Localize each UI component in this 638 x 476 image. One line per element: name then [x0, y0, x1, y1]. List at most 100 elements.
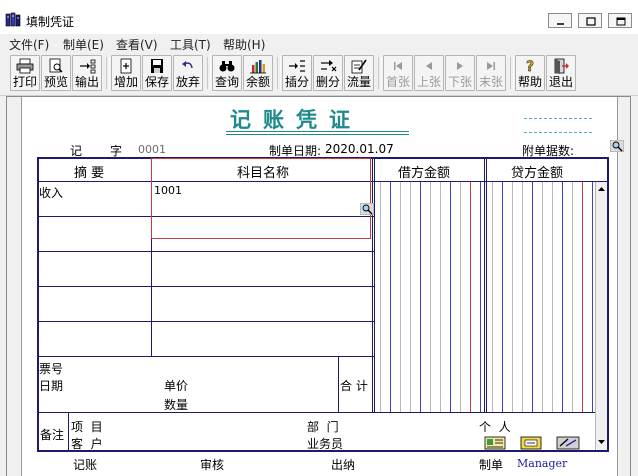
last-page-button[interactable]: 末张	[476, 55, 506, 91]
ticket-no-label: 票号	[39, 362, 64, 376]
ticket-date-label: 日期	[39, 379, 64, 393]
add-label: 增加	[113, 75, 138, 89]
maker-name: Manager	[517, 457, 568, 470]
scroll-down-icon[interactable]	[596, 437, 607, 447]
digit-column-line	[522, 182, 523, 412]
export-label: 输出	[74, 75, 99, 89]
menu-voucher[interactable]: 制单(E)	[63, 36, 104, 53]
department-label: 部 门	[307, 420, 339, 434]
toolbar-separator	[378, 57, 382, 89]
first-page-button[interactable]: 首张	[383, 55, 413, 91]
insert-row-label: 插分	[284, 75, 309, 89]
card-reader-icon[interactable]	[520, 436, 542, 450]
export-icon	[80, 59, 96, 74]
delete-row-icon	[321, 60, 337, 72]
preview-button[interactable]: 预览	[41, 55, 71, 91]
title-underline	[226, 134, 409, 135]
first-page-icon	[394, 62, 402, 70]
menu-help[interactable]: 帮助(H)	[223, 36, 265, 53]
voucher-number[interactable]: 0001	[138, 143, 166, 156]
total-label: 合 计	[340, 379, 368, 393]
last-page-icon	[487, 62, 495, 70]
query-button[interactable]: 查询	[212, 55, 242, 91]
toolbar-separator	[207, 57, 211, 89]
digit-column-line	[552, 182, 553, 412]
magnifier-icon[interactable]	[610, 140, 624, 152]
account-lookup-magnifier-icon[interactable]	[360, 203, 374, 215]
close-button[interactable]	[608, 13, 632, 28]
last-page-label: 末张	[478, 75, 503, 89]
help-label: 帮助	[517, 75, 542, 89]
digit-column-line	[542, 182, 543, 412]
discard-label: 放弃	[175, 75, 200, 89]
digit-column-line	[390, 182, 391, 412]
vertical-scrollbar[interactable]	[595, 182, 607, 450]
remarks-label: 备注	[40, 428, 65, 442]
summary-cell[interactable]: 收入	[39, 184, 63, 201]
digit-column-line	[470, 182, 471, 412]
exit-door-icon	[554, 58, 569, 74]
delete-row-button[interactable]: 删分	[313, 55, 343, 91]
export-button[interactable]: 输出	[72, 55, 102, 91]
title-underline	[226, 131, 409, 132]
undo-arrow-icon	[182, 61, 193, 69]
menu-view[interactable]: 查看(V)	[116, 36, 158, 53]
account-cell[interactable]: 1001	[154, 184, 182, 197]
printer-icon	[16, 58, 34, 74]
voucher-date[interactable]: 2020.01.07	[325, 142, 394, 156]
bar-chart-icon	[250, 60, 266, 74]
digit-column-line	[532, 182, 533, 412]
dashed-line	[524, 118, 592, 119]
quantity-label: 数量	[164, 398, 189, 412]
digit-column-line	[460, 182, 461, 412]
grid-line	[38, 356, 374, 357]
flow-label: 流量	[346, 75, 371, 89]
maximize-button[interactable]	[578, 13, 602, 28]
digit-column-line	[592, 182, 593, 412]
save-button[interactable]: 保存	[142, 55, 172, 91]
print-label: 打印	[12, 75, 37, 89]
table-row[interactable]	[38, 322, 372, 356]
toolbar-separator	[277, 57, 281, 89]
tools-icon[interactable]	[556, 436, 580, 450]
menu-file[interactable]: 文件(F)	[9, 36, 49, 53]
digit-column-line	[410, 182, 411, 412]
dashed-line	[524, 132, 592, 133]
next-page-button[interactable]: 下张	[445, 55, 475, 91]
grid-line	[38, 412, 608, 413]
grid-line	[484, 158, 485, 413]
prev-page-icon	[426, 62, 432, 70]
id-card-icon[interactable]	[484, 436, 506, 450]
add-button[interactable]: 增加	[111, 55, 141, 91]
digit-column-line	[440, 182, 441, 412]
discard-button[interactable]: 放弃	[173, 55, 203, 91]
balance-label: 余额	[245, 75, 270, 89]
digit-column-line	[420, 182, 421, 412]
digit-column-line	[450, 182, 451, 412]
menu-tools[interactable]: 工具(T)	[170, 36, 211, 53]
table-row[interactable]	[38, 287, 372, 321]
exit-button[interactable]: 退出	[546, 55, 576, 91]
flow-edit-icon	[351, 59, 367, 74]
prev-page-button[interactable]: 上张	[414, 55, 444, 91]
exit-label: 退出	[548, 75, 573, 89]
next-page-icon	[457, 62, 463, 70]
balance-button[interactable]: 余额	[243, 55, 273, 91]
prev-page-label: 上张	[416, 75, 441, 89]
digit-column-line	[492, 182, 493, 412]
query-label: 查询	[214, 75, 239, 89]
grid-line	[374, 158, 375, 413]
scroll-up-icon[interactable]	[596, 184, 607, 194]
audit-label: 审核	[200, 458, 225, 472]
svg-text:?: ?	[526, 59, 534, 74]
toolbar-separator	[510, 57, 514, 89]
insert-row-button[interactable]: 插分	[282, 55, 312, 91]
minimize-button[interactable]	[548, 13, 572, 28]
table-row[interactable]	[38, 217, 372, 251]
salesman-label: 业务员	[307, 437, 344, 451]
table-row[interactable]	[38, 252, 372, 286]
flow-button[interactable]: 流量	[344, 55, 374, 91]
help-button[interactable]: ? 帮助	[515, 55, 545, 91]
digit-column-line	[430, 182, 431, 412]
print-button[interactable]: 打印	[10, 55, 40, 91]
